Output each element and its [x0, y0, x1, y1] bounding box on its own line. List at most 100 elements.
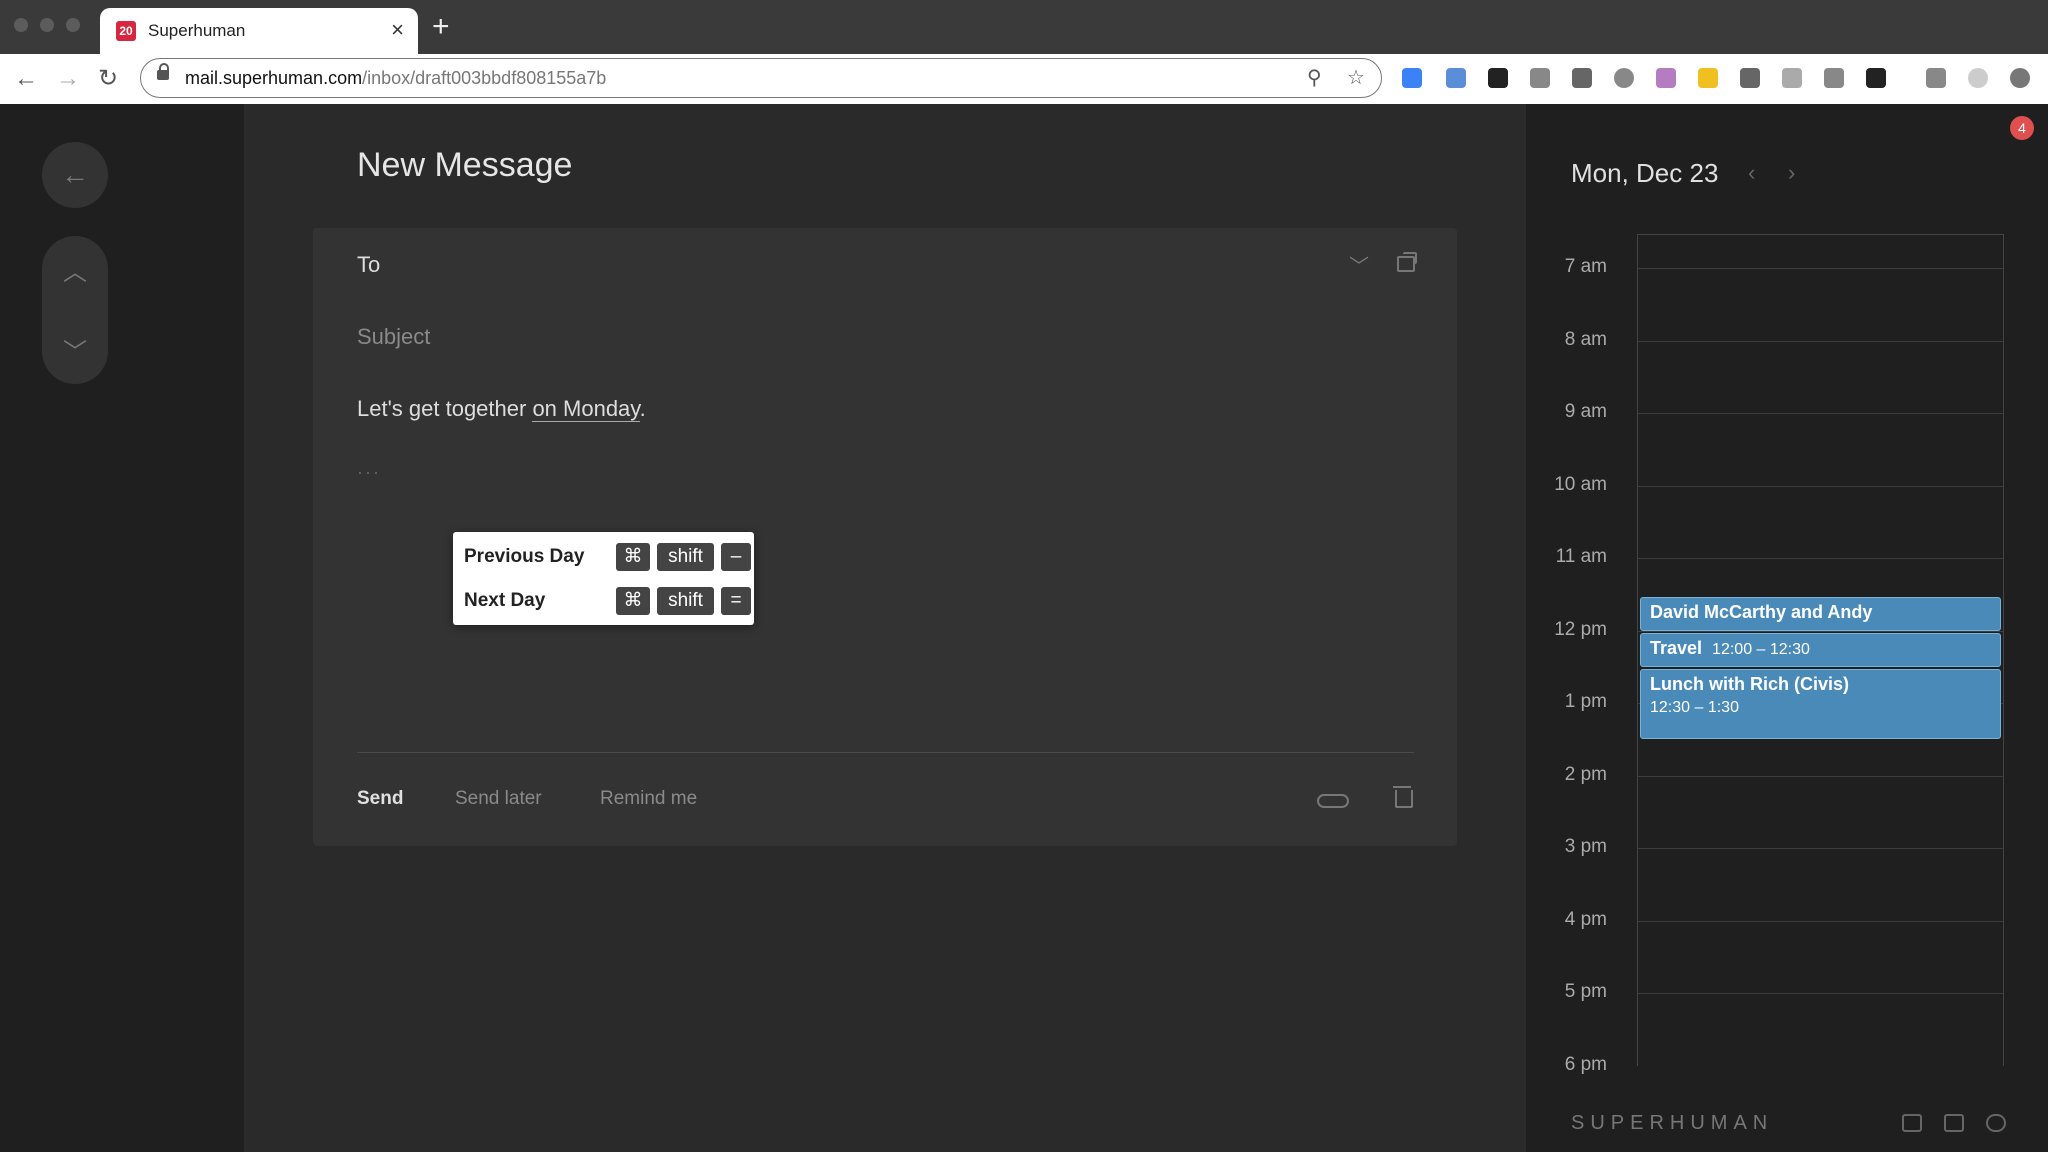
hour-line [1638, 268, 2003, 269]
calendar-event[interactable]: Travel 12:00 – 12:30 [1640, 633, 2001, 667]
hour-line [1638, 920, 2003, 922]
shortcut-row-previous-day: Previous Day ⌘ shift – [464, 540, 754, 574]
divider [357, 752, 1414, 753]
to-field[interactable]: To [357, 252, 380, 278]
attachment-icon[interactable] [1317, 794, 1349, 808]
hour-line [1638, 340, 2003, 342]
window-zoom-dot[interactable] [66, 18, 80, 32]
extension-copy-icon[interactable] [1824, 68, 1844, 88]
body-suffix: . [639, 396, 646, 421]
hour-label: 9 am [1564, 401, 1607, 422]
up-down-nav: ︿ ﹀ [42, 236, 108, 384]
send-button[interactable]: Send [357, 788, 403, 810]
superhuman-wordmark: SUPERHUMAN [1571, 1112, 1774, 1134]
hour-label: 2 pm [1564, 763, 1607, 785]
shortcut-row-next-day: Next Day ⌘ shift = [464, 584, 754, 618]
lock-icon [157, 63, 169, 80]
key-minus: – [721, 543, 751, 571]
extension-s-icon[interactable] [1866, 68, 1886, 88]
url-text[interactable]: mail.superhuman.com/inbox/draft003bbdf80… [185, 68, 606, 89]
hour-label: 11 am [1555, 546, 1607, 567]
hour-line [1638, 993, 2003, 994]
profile-avatar-icon[interactable] [1968, 68, 1988, 88]
window-close-dot[interactable] [14, 18, 28, 32]
calendar-prev-icon[interactable]: ‹ [1748, 160, 1755, 186]
new-tab-icon[interactable]: + [432, 12, 450, 42]
chat-icon[interactable] [1902, 1114, 1922, 1132]
address-bar[interactable]: mail.superhuman.com/inbox/draft003bbdf80… [140, 58, 1382, 98]
chevron-down-icon[interactable]: ﹀ [1349, 250, 1369, 279]
compose-card: To ﹀ Subject Let's get together on Monda… [313, 228, 1457, 846]
notification-badge[interactable]: 4 [2010, 116, 2034, 140]
left-nav: ← ︿ ﹀ [0, 104, 244, 1152]
calendar-event[interactable]: Lunch with Rich (Civis) 12:30 – 1:30 [1640, 669, 2001, 739]
hour-line [1638, 558, 2003, 559]
browser-tab-superhuman[interactable]: 20 Superhuman × [100, 8, 418, 54]
event-title: David McCarthy and Andy [1650, 602, 1873, 622]
extension-shield-icon[interactable] [1614, 68, 1634, 88]
hour-line [1638, 775, 2003, 777]
hour-label: 6 pm [1564, 1053, 1607, 1075]
key-equals: = [721, 587, 751, 615]
calendar-date: Mon, Dec 23 [1571, 158, 1719, 188]
extension-camera-icon[interactable] [1530, 68, 1550, 88]
key-cmd: ⌘ [616, 543, 650, 571]
back-button[interactable]: ← [42, 142, 108, 208]
page-title: New Message [357, 146, 573, 184]
zoom-icon[interactable]: ⚲ [1307, 65, 1322, 90]
event-title: Travel [1650, 638, 1703, 658]
shortcut-label: Previous Day [464, 546, 585, 567]
hour-line [1638, 413, 2003, 414]
reload-icon[interactable]: ↻ [98, 64, 118, 94]
body-prefix: Let's get together [357, 396, 533, 421]
hour-label: 12 pm [1554, 618, 1607, 640]
extension-sparkle-icon[interactable] [1656, 68, 1676, 88]
bookmark-star-icon[interactable]: ☆ [1347, 65, 1365, 90]
popout-icon[interactable] [1397, 252, 1417, 272]
hour-line [1638, 485, 2003, 487]
event-time: 12:00 – 12:30 [1712, 641, 1810, 658]
hour-label: 8 am [1564, 328, 1607, 350]
send-later-button[interactable]: Send later [455, 788, 542, 810]
url-path: /inbox/draft003bbdf808155a7b [362, 68, 607, 88]
hour-label: 5 pm [1564, 981, 1607, 1002]
chrome-menu-icon[interactable] [2010, 68, 2030, 88]
hour-label: 1 pm [1564, 691, 1607, 712]
extension-ghost-icon[interactable] [1402, 68, 1422, 88]
tab-close-icon[interactable]: × [391, 17, 404, 43]
browser-toolbar: ← → ↻ mail.superhuman.com/inbox/draft003… [0, 54, 2048, 104]
key-shift: shift [657, 587, 714, 615]
chevron-up-icon[interactable]: ︿ [42, 252, 108, 287]
superhuman-favicon-icon: 20 [116, 21, 136, 41]
date-link[interactable]: on Monday [532, 396, 640, 422]
forward-arrow-icon[interactable]: → [56, 64, 80, 94]
settings-gear-icon[interactable] [1986, 1114, 2006, 1132]
cast-icon[interactable] [1926, 68, 1946, 88]
back-arrow-icon[interactable]: ← [14, 64, 38, 94]
more-ellipsis[interactable]: ··· [357, 462, 381, 483]
extension-wave-icon[interactable] [1782, 68, 1802, 88]
event-title: Lunch with Rich (Civis) [1650, 674, 1850, 694]
chevron-down-icon[interactable]: ﹀ [42, 332, 108, 367]
trash-icon[interactable] [1393, 786, 1413, 808]
calendar-next-icon[interactable]: › [1788, 160, 1795, 186]
extension-yellow-icon[interactable] [1698, 68, 1718, 88]
browser-tabstrip: 20 Superhuman × + [0, 0, 2048, 54]
window-minimize-dot[interactable] [40, 18, 54, 32]
calendar-pane: Mon, Dec 23 ‹ › 7 am 8 am 9 am 10 am 11 am 12… [1526, 104, 2048, 1152]
hour-label: 3 pm [1564, 836, 1607, 857]
calendar-event[interactable]: David McCarthy and Andy [1640, 597, 2001, 631]
extension-grammarly-icon[interactable] [1572, 68, 1592, 88]
calendar-icon[interactable] [1944, 1114, 1964, 1132]
hour-line [1638, 848, 2003, 849]
message-body[interactable]: Let's get together on Monday. [357, 396, 646, 422]
extension-translate-icon[interactable] [1446, 68, 1466, 88]
tab-title: Superhuman [148, 21, 246, 40]
hour-line [1638, 1065, 2003, 1066]
remind-me-button[interactable]: Remind me [600, 788, 697, 810]
subject-field[interactable]: Subject [357, 324, 430, 350]
extension-m-icon[interactable] [1488, 68, 1508, 88]
arrow-left-icon: ← [61, 159, 89, 190]
extension-pin-icon[interactable] [1740, 68, 1760, 88]
event-time: 12:30 – 1:30 [1650, 699, 1739, 716]
